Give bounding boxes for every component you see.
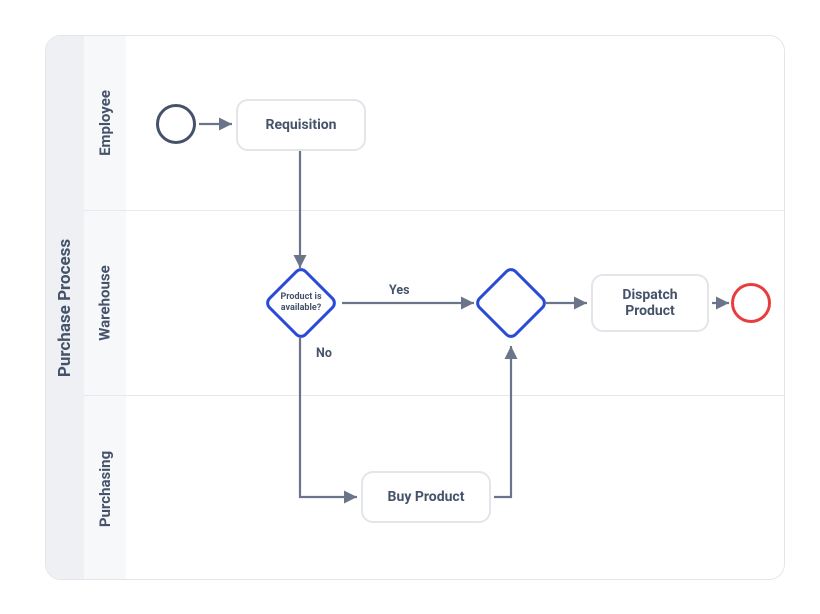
lane-purchasing-title: Purchasing [96, 450, 114, 526]
task-requisition: Requisition [236, 99, 366, 151]
task-dispatch-product: Dispatch Product [591, 274, 709, 332]
gateway-product-available: Product is available? [263, 265, 339, 341]
start-event [156, 104, 196, 144]
edge-label-yes: Yes [389, 283, 410, 298]
edge-label-no: No [316, 346, 332, 361]
lane-employee: Employee Requisition [84, 36, 785, 211]
lane-purchasing: Purchasing Buy Product [84, 396, 785, 580]
gateway-product-available-label: Product is available? [277, 279, 325, 327]
gateway-merge [473, 265, 549, 341]
task-buy-label: Buy Product [388, 489, 465, 505]
task-buy-product: Buy Product [361, 471, 491, 523]
lane-employee-header: Employee [84, 36, 126, 210]
pool-title-bar: Purchase Process [46, 36, 84, 579]
end-event [731, 283, 771, 323]
lanes-area: Employee Requisition Warehouse Product i… [84, 36, 785, 579]
lane-warehouse: Warehouse Product is available? Dispatch… [84, 211, 785, 396]
lane-employee-content: Requisition [126, 36, 785, 210]
gateway-merge-label [487, 279, 535, 327]
pool-title: Purchase Process [55, 238, 75, 376]
pool-purchase-process: Purchase Process Employee Requisition Wa… [45, 35, 785, 580]
lane-warehouse-content: Product is available? Dispatch Product Y… [126, 211, 785, 395]
lane-employee-title: Employee [96, 90, 114, 156]
lane-warehouse-title: Warehouse [96, 265, 114, 340]
lane-purchasing-content: Buy Product [126, 396, 785, 580]
task-dispatch-label: Dispatch Product [603, 287, 697, 319]
lane-warehouse-header: Warehouse [84, 211, 126, 395]
task-requisition-label: Requisition [265, 117, 336, 133]
lane-purchasing-header: Purchasing [84, 396, 126, 580]
